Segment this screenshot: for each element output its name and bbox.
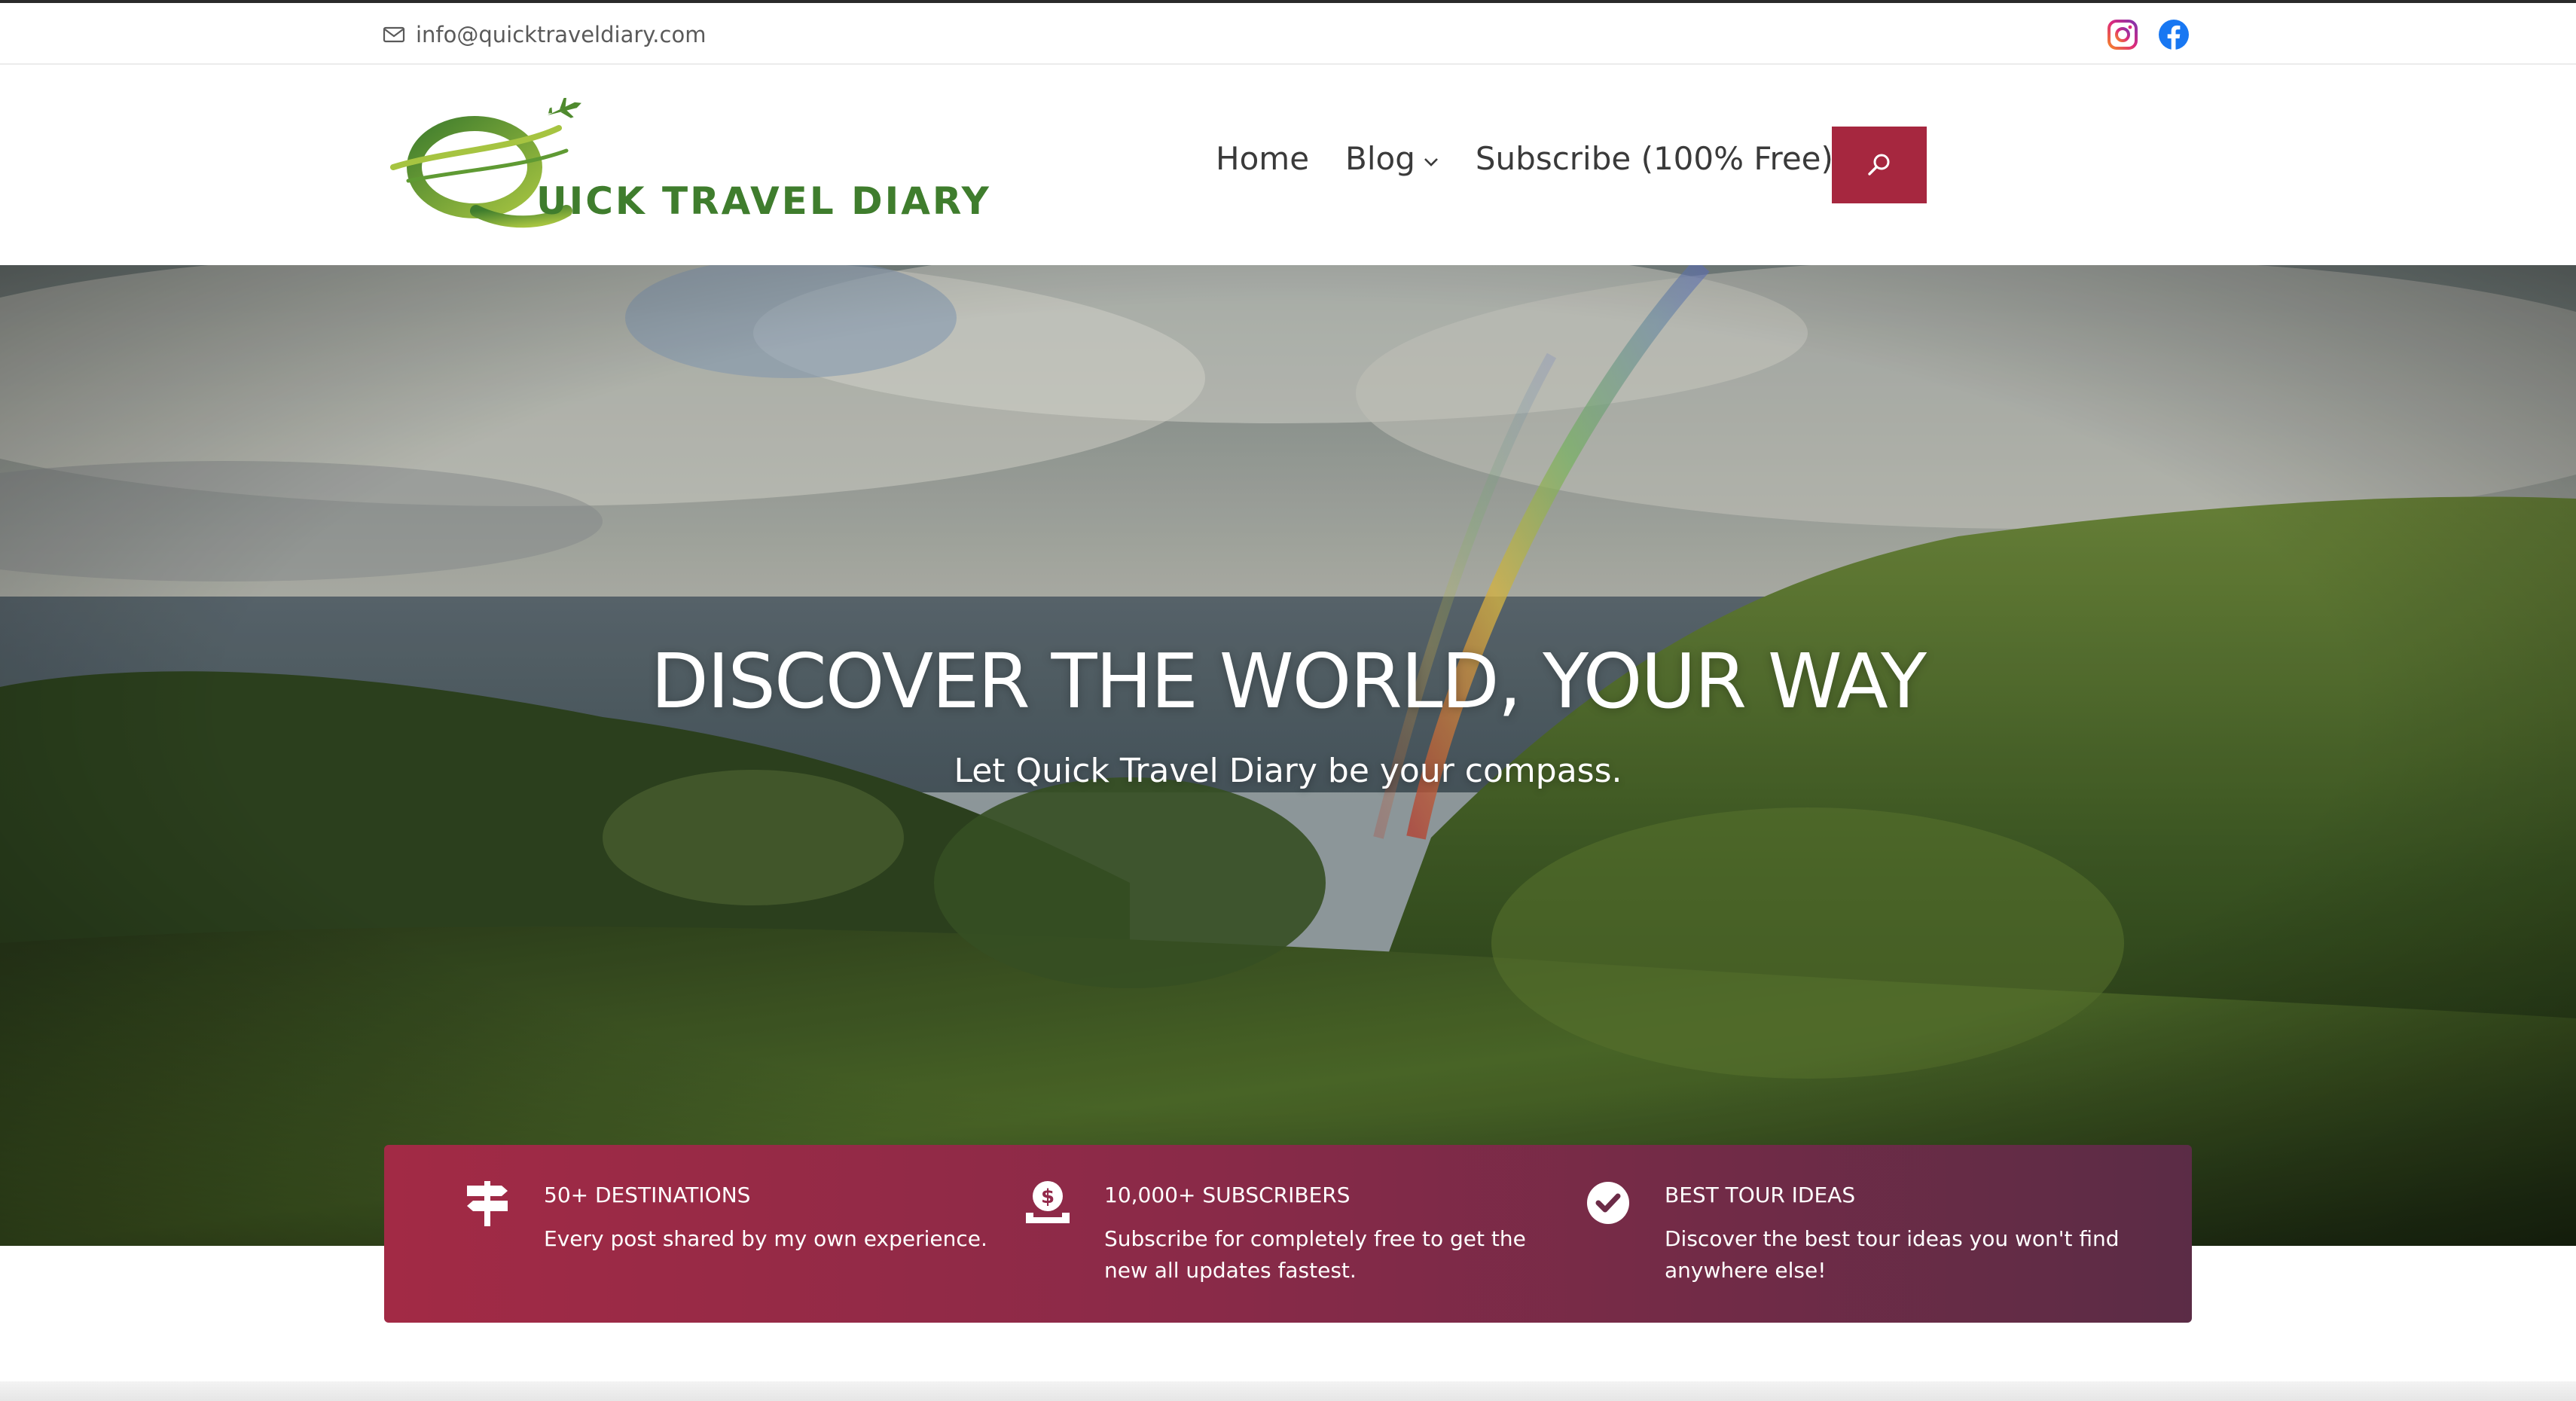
site-header: UICK TRAVEL DIARY Home Blog Subscribe (1… bbox=[0, 65, 2576, 265]
money-hand-icon: $ bbox=[1026, 1181, 1070, 1223]
feature-title: 50+ DESTINATIONS bbox=[544, 1183, 751, 1207]
logo-wordmark: UICK TRAVEL DIARY bbox=[536, 179, 991, 223]
features-band: 50+ DESTINATIONS Every post shared by my… bbox=[384, 1145, 2192, 1323]
feature-description: Subscribe for completely free to get the… bbox=[1104, 1226, 1526, 1283]
feature-title: 10,000+ SUBSCRIBERS bbox=[1104, 1183, 1351, 1207]
signpost-icon bbox=[467, 1181, 508, 1226]
checkmark-circle-icon bbox=[1587, 1182, 1629, 1224]
main-nav: Home Blog Subscribe (100% Free) bbox=[1216, 140, 1833, 177]
svg-text:$: $ bbox=[1041, 1186, 1055, 1208]
feature-description: Discover the best tour ideas you won't f… bbox=[1665, 1226, 2120, 1283]
nav-home[interactable]: Home bbox=[1216, 140, 1309, 177]
feature-description: Every post shared by my own experience. bbox=[544, 1226, 987, 1251]
nav-subscribe[interactable]: Subscribe (100% Free) bbox=[1476, 140, 1833, 177]
feature-title: BEST TOUR IDEAS bbox=[1665, 1183, 1856, 1207]
facebook-icon[interactable] bbox=[2157, 18, 2190, 51]
nav-home-label: Home bbox=[1216, 140, 1310, 177]
instagram-icon[interactable] bbox=[2106, 18, 2139, 51]
nav-blog-label: Blog bbox=[1345, 140, 1415, 177]
chevron-down-icon bbox=[1424, 157, 1438, 166]
search-icon bbox=[1868, 154, 1890, 176]
search-button[interactable] bbox=[1832, 127, 1927, 203]
nav-blog[interactable]: Blog bbox=[1345, 140, 1439, 177]
hero-section: DISCOVER THE WORLD, YOUR WAY Let Quick T… bbox=[0, 265, 2576, 1246]
top-bar: info@quicktraveldiary.com bbox=[0, 0, 2576, 65]
site-logo[interactable]: UICK TRAVEL DIARY bbox=[386, 97, 989, 233]
page-bottom-edge bbox=[0, 1381, 2576, 1401]
contact-email[interactable]: info@quicktraveldiary.com bbox=[383, 20, 706, 50]
hero-subtitle: Let Quick Travel Diary be your compass. bbox=[954, 752, 1622, 790]
mail-icon bbox=[383, 26, 405, 43]
nav-subscribe-label: Subscribe (100% Free) bbox=[1475, 140, 1833, 177]
email-address: info@quicktraveldiary.com bbox=[416, 22, 707, 47]
hero-title: DISCOVER THE WORLD, YOUR WAY bbox=[650, 637, 1927, 725]
